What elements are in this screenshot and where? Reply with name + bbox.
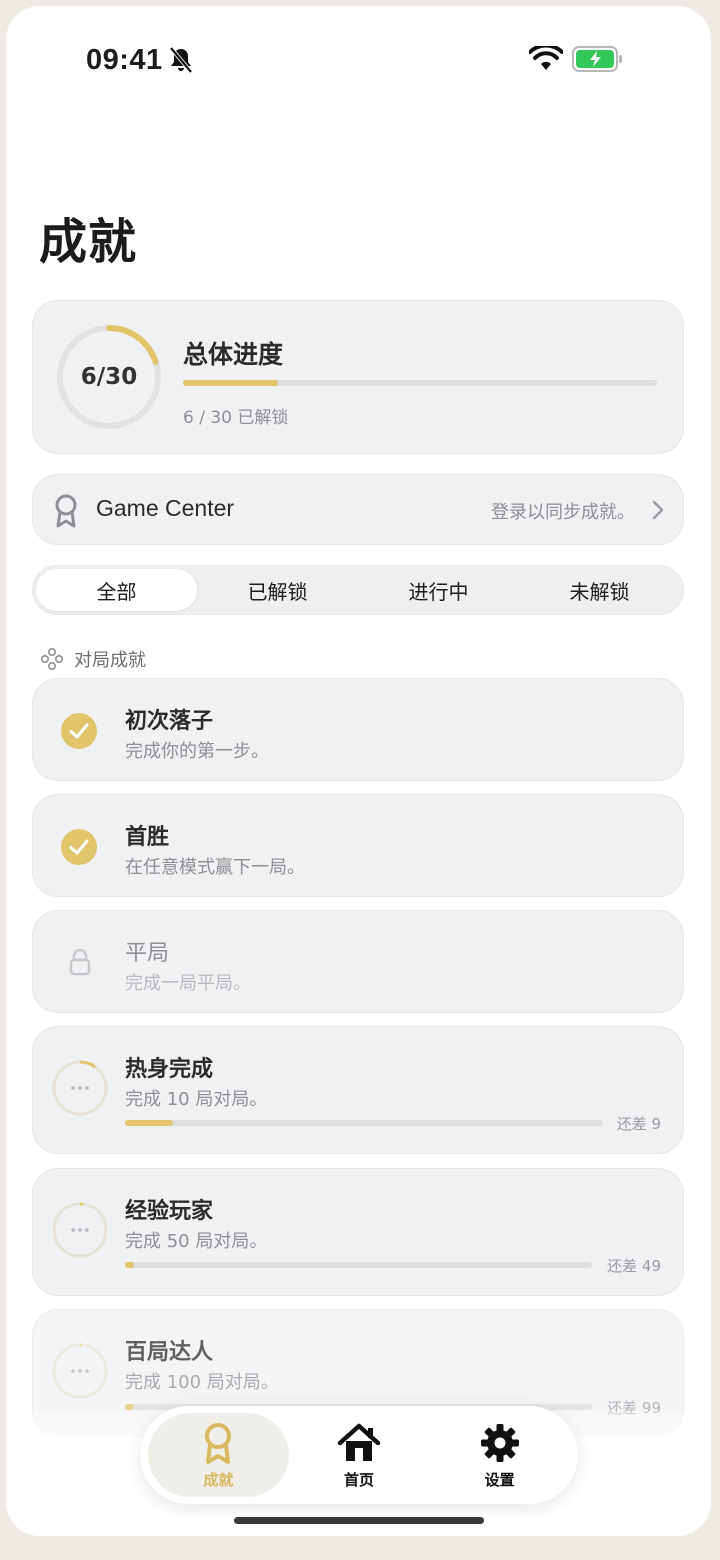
checkmark-circle-icon [61,713,97,749]
achievement-progress-fill [125,1120,173,1126]
progress-ring-icon [52,1060,108,1116]
achievement-remaining: 还差 9 [616,1115,661,1133]
home-indicator [234,1517,484,1524]
tab-achievements[interactable]: 成就 [148,1413,289,1497]
tab-bar: 成就 首页 设置 [140,1406,578,1504]
gear-icon [480,1423,519,1462]
home-icon [337,1423,381,1461]
overall-title: 总体进度 [183,340,284,369]
gamepad-icon [40,647,64,671]
battery-charging-icon [572,46,622,72]
tab-label: 设置 [484,1470,515,1489]
achievement-title: 热身完成 [125,1057,214,1082]
chevron-right-icon [652,500,664,520]
award-icon [205,1422,232,1464]
achievement-card[interactable]: 初次落子 完成你的第一步。 [32,678,684,781]
achievement-description: 在任意模式赢下一局。 [125,857,305,878]
game-center-hint: 登录以同步成就。 [491,502,635,523]
page-title: 成就 [39,214,138,270]
checkmark-circle-icon [61,829,97,865]
tab-locked[interactable]: 未解锁 [519,569,680,611]
achievement-card[interactable]: 热身完成 完成 10 局对局。 还差 9 [32,1026,684,1154]
status-time: 09:41 [86,44,163,76]
wifi-icon [529,46,563,70]
bell-slash-icon [169,46,193,74]
tab-all[interactable]: 全部 [36,569,197,611]
game-center-row[interactable]: Game Center 登录以同步成就。 [32,474,684,545]
overall-progress-fill [183,380,278,386]
lock-icon [69,948,91,976]
achievement-progress-fill [125,1404,135,1410]
tab-home[interactable]: 首页 [289,1413,430,1497]
overall-subtitle: 6 / 30 已解锁 [183,408,289,428]
overall-progress-card: 6/30 总体进度 6 / 30 已解锁 [32,300,684,454]
tab-unlocked[interactable]: 已解锁 [197,569,358,611]
achievement-card[interactable]: 平局 完成一局平局。 [32,910,684,1013]
achievement-card[interactable]: 首胜 在任意模式赢下一局。 [32,794,684,897]
achievement-description: 完成 10 局对局。 [125,1089,268,1110]
game-center-label: Game Center [96,495,235,521]
tab-in-progress[interactable]: 进行中 [358,569,519,611]
tab-settings[interactable]: 设置 [429,1413,570,1497]
achievement-title: 首胜 [125,825,170,850]
achievement-description: 完成 50 局对局。 [125,1231,268,1252]
achievement-card[interactable]: 经验玩家 完成 50 局对局。 还差 49 [32,1168,684,1296]
achievement-title: 百局达人 [125,1340,214,1365]
achievement-description: 完成 100 局对局。 [125,1372,279,1393]
overall-progress-bar [183,380,657,386]
tab-label: 首页 [344,1470,375,1489]
achievement-remaining: 还差 49 [607,1257,661,1275]
achievement-title: 初次落子 [125,709,214,734]
progress-ring-icon [52,1202,108,1258]
achievement-title: 经验玩家 [125,1199,214,1224]
award-icon [55,494,77,528]
section-label: 对局成就 [74,650,146,671]
app-screen: 09:41 成就 6/30 总体进度 6 / 30 已解锁 Game Cente… [6,6,711,1536]
overall-count: 6/30 [80,364,138,390]
achievement-progress-bar [125,1262,592,1268]
achievement-description: 完成你的第一步。 [125,741,269,762]
progress-ring-icon [52,1343,108,1399]
filter-segmented-control: 全部 已解锁 进行中 未解锁 [32,565,684,615]
section-header: 对局成就 [40,646,146,672]
tab-label: 成就 [203,1470,234,1489]
achievement-progress-fill [125,1262,135,1268]
achievement-title: 平局 [125,941,170,966]
achievement-description: 完成一局平局。 [125,973,251,994]
achievement-progress-bar [125,1120,603,1126]
